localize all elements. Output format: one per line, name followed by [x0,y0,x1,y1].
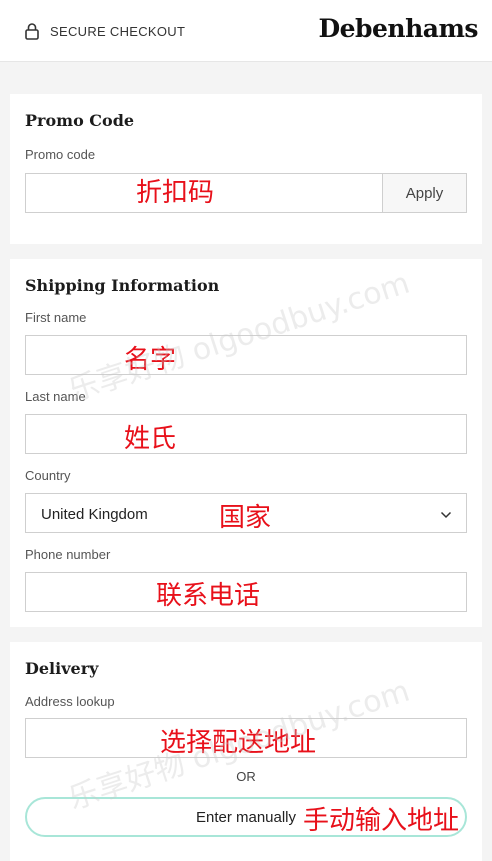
brand-logo[interactable]: Debenhams [318,14,478,43]
country-label: Country [25,468,71,483]
enter-manually-overlay-text: 手动输入地址 [303,806,460,836]
last-name-label: Last name [25,389,86,404]
secure-checkout-label: SECURE CHECKOUT [50,23,186,39]
address-lookup-overlay-text: 选择配送地址 [160,728,317,758]
apply-button[interactable]: Apply [382,173,467,213]
secure-checkout-indicator: SECURE CHECKOUT [24,22,185,40]
country-overlay-text: 国家 [219,503,272,533]
first-name-field[interactable] [25,335,467,375]
last-name-overlay-text: 姓氏 [124,424,177,454]
phone-number-label: Phone number [25,547,111,562]
or-divider: OR [236,769,256,784]
country-selected-value: United Kingdom [41,506,148,523]
last-name-field[interactable] [25,414,467,454]
first-name-label: First name [25,310,87,325]
chevron-down-icon [440,508,452,520]
phone-number-overlay-text: 联系电话 [156,581,261,611]
enter-manually-label: Enter manually [195,808,297,826]
shipping-information-card: Shipping Information First name 名字 Last … [10,259,482,627]
address-lookup-label: Address lookup [25,694,115,709]
promo-code-card: Promo Code Promo code Apply 折扣码 [10,94,482,244]
lock-icon [24,22,40,40]
first-name-overlay-text: 名字 [124,345,177,375]
shipping-information-title: Shipping Information [25,276,220,295]
checkout-header: SECURE CHECKOUT Debenhams [0,0,492,62]
promo-code-label: Promo code [25,147,96,162]
promo-code-overlay-text: 折扣码 [136,178,215,208]
delivery-title: Delivery [25,659,99,678]
delivery-card: Delivery Address lookup 选择配送地址 OR Enter … [10,642,482,861]
promo-code-title: Promo Code [25,111,135,130]
